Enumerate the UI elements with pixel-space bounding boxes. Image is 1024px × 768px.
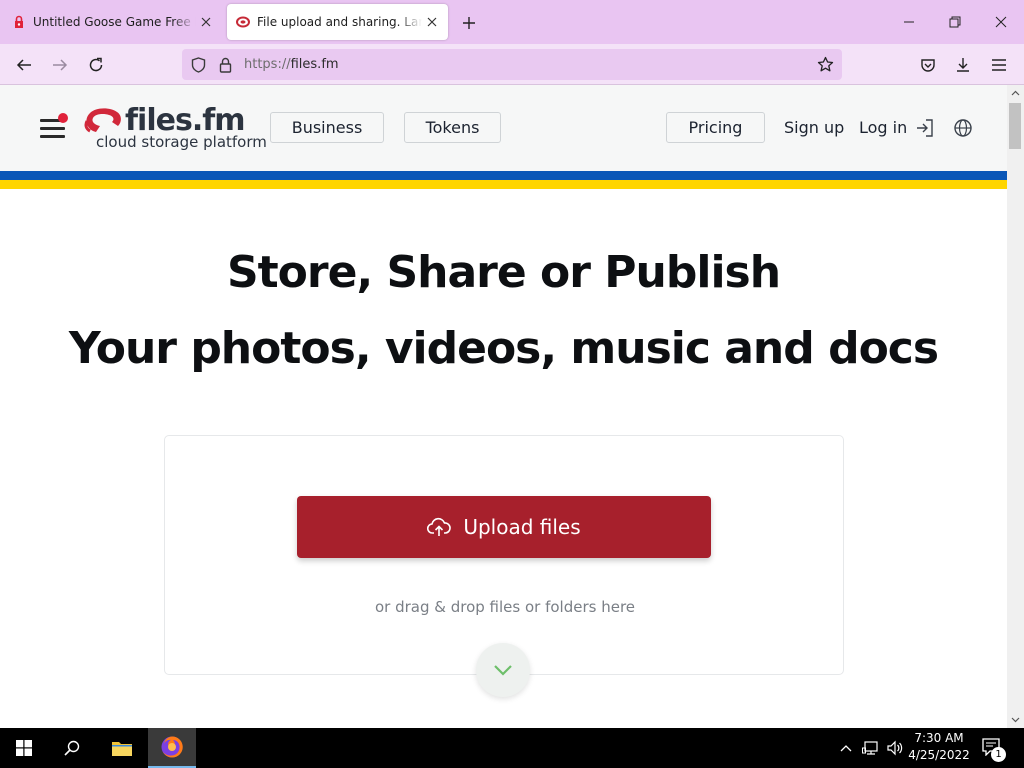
login-link[interactable]: Log in bbox=[859, 118, 907, 137]
chevron-up-icon[interactable] bbox=[840, 743, 852, 753]
ukraine-flag-stripe-yellow bbox=[0, 180, 1007, 189]
firefox-icon bbox=[161, 736, 183, 758]
site-logo[interactable]: files.fm cloud storage platform bbox=[82, 103, 267, 153]
chevron-down-icon bbox=[494, 665, 512, 676]
hamburger-menu-icon bbox=[992, 59, 1006, 71]
close-window-button[interactable] bbox=[986, 8, 1016, 36]
firefox-taskbar-button[interactable] bbox=[148, 728, 196, 768]
forward-arrow-icon bbox=[53, 59, 68, 71]
app-menu-button[interactable] bbox=[986, 52, 1012, 78]
pricing-button[interactable]: Pricing bbox=[666, 112, 765, 143]
tokens-button[interactable]: Tokens bbox=[404, 112, 501, 143]
network-icon[interactable] bbox=[862, 740, 880, 756]
action-center-button[interactable]: 1 bbox=[982, 738, 1006, 762]
downloads-button[interactable] bbox=[950, 52, 976, 78]
minimize-icon bbox=[904, 21, 914, 23]
taskbar: 7:30 AM 4/25/2022 1 bbox=[0, 728, 1024, 768]
business-button[interactable]: Business bbox=[270, 112, 384, 143]
file-explorer-button[interactable] bbox=[98, 728, 146, 768]
clock-time: 7:30 AM bbox=[914, 731, 964, 745]
pocket-icon bbox=[921, 59, 935, 72]
start-button[interactable] bbox=[0, 728, 48, 768]
url-scheme: https:// bbox=[244, 57, 291, 72]
scrollbar-thumb[interactable] bbox=[1009, 103, 1021, 149]
folder-icon bbox=[112, 742, 132, 756]
page-viewport: files.fm cloud storage platform Business… bbox=[0, 85, 1007, 728]
new-tab-button[interactable] bbox=[458, 12, 480, 34]
close-icon bbox=[995, 16, 1007, 28]
navigation-toolbar: https://files.fm bbox=[0, 44, 1024, 85]
windows-logo-icon bbox=[16, 740, 32, 756]
search-button[interactable] bbox=[48, 728, 96, 768]
forward-button[interactable] bbox=[47, 52, 73, 78]
restore-icon bbox=[949, 16, 961, 28]
tab-untitled-goose-game[interactable]: Untitled Goose Game Free Download bbox=[0, 4, 222, 40]
upload-dropzone[interactable]: Upload files or drag & drop files or fol… bbox=[164, 435, 844, 675]
site-menu-button[interactable] bbox=[40, 113, 68, 139]
tab-strip: Untitled Goose Game Free Download File u… bbox=[0, 0, 1024, 44]
volume-icon[interactable] bbox=[886, 740, 904, 756]
restore-button[interactable] bbox=[940, 8, 970, 36]
bookmark-star-icon[interactable] bbox=[817, 56, 834, 73]
upload-files-label: Upload files bbox=[463, 515, 581, 539]
plus-icon bbox=[463, 17, 475, 29]
site-header: files.fm cloud storage platform Business… bbox=[0, 85, 1007, 171]
goose-game-icon bbox=[15, 15, 23, 28]
system-clock[interactable]: 7:30 AM 4/25/2022 bbox=[906, 730, 972, 764]
lock-icon[interactable] bbox=[219, 57, 232, 73]
tab-title: File upload and sharing. Large file bbox=[257, 15, 422, 29]
back-arrow-icon bbox=[16, 59, 31, 71]
url-host: files.fm bbox=[290, 57, 339, 72]
cloud-upload-icon bbox=[427, 517, 452, 537]
ukraine-flag-stripe-blue bbox=[0, 171, 1007, 180]
vertical-scrollbar[interactable] bbox=[1007, 85, 1024, 728]
reload-button[interactable] bbox=[83, 52, 109, 78]
notification-dot bbox=[58, 113, 68, 123]
globe-icon[interactable] bbox=[953, 118, 973, 138]
hero-heading: Store, Share or Publish bbox=[226, 247, 781, 298]
menu-line bbox=[40, 127, 65, 130]
scroll-down-button[interactable] bbox=[476, 643, 530, 697]
login-icon[interactable] bbox=[915, 118, 935, 138]
clock-date: 4/25/2022 bbox=[908, 748, 970, 762]
shield-icon[interactable] bbox=[191, 57, 206, 73]
drag-drop-hint: or drag & drop files or folders here bbox=[374, 598, 636, 616]
logo-tagline: cloud storage platform bbox=[96, 133, 267, 151]
url-text[interactable]: https://files.fm bbox=[244, 57, 339, 72]
menu-line bbox=[40, 135, 65, 138]
scroll-up-arrow-icon[interactable] bbox=[1011, 89, 1020, 98]
close-icon[interactable] bbox=[196, 12, 216, 32]
notification-count-badge: 1 bbox=[991, 747, 1006, 762]
minimize-button[interactable] bbox=[894, 8, 924, 36]
search-icon bbox=[64, 740, 80, 756]
scroll-down-arrow-icon[interactable] bbox=[1011, 715, 1020, 724]
address-bar[interactable]: https://files.fm bbox=[182, 49, 842, 80]
back-button[interactable] bbox=[11, 52, 37, 78]
filesfm-favicon bbox=[236, 16, 250, 28]
pocket-button[interactable] bbox=[915, 52, 941, 78]
hero-subheading: Your photos, videos, music and docs bbox=[68, 323, 939, 374]
close-icon[interactable] bbox=[422, 12, 442, 32]
tab-title: Untitled Goose Game Free Download bbox=[33, 15, 196, 29]
download-icon bbox=[957, 58, 969, 72]
filesfm-logo-icon bbox=[84, 108, 121, 133]
upload-files-button[interactable]: Upload files bbox=[297, 496, 711, 558]
reload-icon bbox=[89, 57, 103, 72]
tab-files-fm[interactable]: File upload and sharing. Large file bbox=[227, 4, 448, 40]
signup-link[interactable]: Sign up bbox=[784, 118, 844, 137]
